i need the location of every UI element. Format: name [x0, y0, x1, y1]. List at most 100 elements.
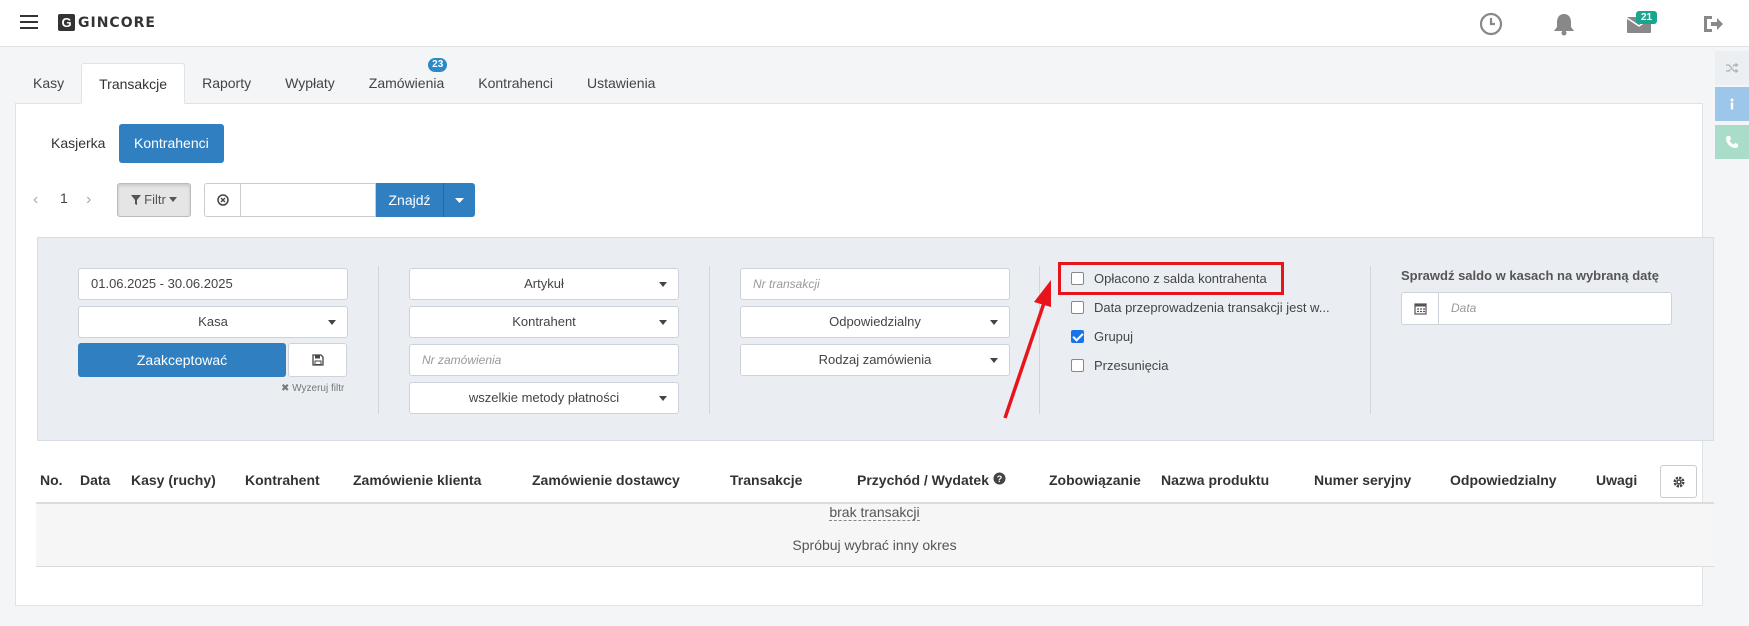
column-header-label: Przychód / Wydatek [857, 472, 990, 488]
balance-date-group: Data [1401, 292, 1672, 325]
caret-down-icon [169, 197, 178, 202]
divider [709, 266, 710, 414]
checkbox-label: Grupuj [1094, 329, 1134, 344]
kasa-select-label: Kasa [198, 314, 228, 329]
top-bar: G GINCORE 21 [0, 0, 1749, 47]
filter-label: Filtr [144, 192, 166, 207]
tab-label: Raporty [202, 75, 252, 91]
table-settings-button[interactable] [1660, 465, 1697, 498]
balance-date-input[interactable]: Data [1439, 292, 1672, 325]
clear-filter-label: Wyzeruj filtr [292, 383, 345, 394]
tab-label: Kasy [33, 75, 65, 91]
checkbox[interactable] [1071, 301, 1084, 314]
kontrahent-select-label: Kontrahent [512, 314, 576, 329]
order-number-input[interactable]: Nr zamówienia [409, 344, 679, 376]
column-header: Kontrahent [245, 472, 320, 488]
search-input[interactable] [240, 183, 376, 217]
hamburger-icon[interactable] [20, 15, 38, 29]
empty-state-title-text: brak transakcji [829, 504, 920, 521]
tab-label: Zamówienia [368, 75, 445, 91]
tab-label: Kontrahenci [478, 75, 553, 91]
caret-down-icon [659, 320, 667, 325]
column-header: Zobowiązanie [1049, 472, 1141, 488]
orders-badge: 23 [428, 58, 448, 72]
pager-prev-icon[interactable]: ‹ [33, 191, 38, 209]
date-range-input[interactable]: 01.06.2025 - 30.06.2025 [78, 268, 348, 300]
search-group: Znajdź [204, 183, 475, 217]
column-header: Zamówienie klienta [353, 472, 482, 488]
logo[interactable]: G GINCORE [58, 14, 156, 31]
tab-wyplaty[interactable]: Wypłaty [268, 63, 352, 104]
messages-badge: 21 [1636, 11, 1658, 24]
save-filter-button[interactable] [288, 343, 347, 377]
main-tabs: Kasy Transakcje Raporty Wypłaty Zamówien… [16, 58, 672, 104]
funnel-icon [130, 195, 141, 205]
artykul-select[interactable]: Artykuł [409, 268, 679, 300]
help-icon[interactable]: ? [993, 472, 1006, 485]
accept-button[interactable]: Zaakceptować [78, 343, 286, 377]
tab-raporty[interactable]: Raporty [185, 63, 268, 104]
logout-icon[interactable] [1700, 11, 1726, 37]
column-header: Transakcje [730, 472, 803, 488]
column-header: Numer seryjny [1314, 472, 1412, 488]
responsible-select[interactable]: Odpowiedzialny [740, 306, 1010, 338]
calendar-icon[interactable] [1401, 292, 1439, 325]
column-header: Nazwa produktu [1161, 472, 1270, 488]
tab-kasy[interactable]: Kasy [16, 63, 81, 104]
kontrahent-select[interactable]: Kontrahent [409, 306, 679, 338]
info-icon[interactable] [1715, 87, 1749, 121]
empty-state-title: brak transakcji [0, 504, 1749, 521]
artykul-select-label: Artykuł [524, 276, 564, 291]
caret-down-icon [328, 320, 336, 325]
checkbox-checked[interactable] [1071, 330, 1084, 343]
annotation-highlight-box [1058, 262, 1284, 295]
tab-zamowienia[interactable]: Zamówienia 23 [352, 58, 461, 104]
tab-ustawienia[interactable]: Ustawienia [570, 63, 672, 104]
tab-label: Wypłaty [285, 75, 335, 91]
checkbox-transaction-date[interactable]: Data przeprowadzenia transakcji jest w..… [1071, 300, 1330, 315]
clear-filter-link[interactable]: ✖ Wyzeruj filtr [281, 383, 344, 394]
divider [1370, 266, 1371, 414]
subtab-kasjerka[interactable]: Kasjerka [36, 124, 120, 163]
search-button[interactable]: Znajdź [376, 183, 443, 217]
payment-method-select-label: wszelkie metody płatności [468, 390, 620, 405]
column-header: Przychód / Wydatek ? [857, 472, 1006, 488]
checkbox-group[interactable]: Grupuj [1071, 329, 1133, 344]
search-dropdown-caret-icon[interactable] [443, 183, 475, 217]
checkbox-transfers[interactable]: Przesunięcia [1071, 358, 1168, 373]
column-header: Uwagi [1596, 472, 1638, 488]
bell-icon[interactable] [1551, 11, 1577, 37]
caret-down-icon [659, 282, 667, 287]
subtab-kontrahenci[interactable]: Kontrahenci [119, 124, 224, 163]
payment-method-select[interactable]: wszelkie metody płatności [409, 382, 679, 414]
gear-icon [1673, 476, 1684, 487]
filter-toggle-button[interactable]: Filtr [117, 183, 191, 217]
column-header: Data [80, 472, 111, 488]
pager-next-icon[interactable]: › [86, 191, 91, 209]
column-header: Kasy (ruchy) [131, 472, 216, 488]
clear-search-icon[interactable] [204, 183, 240, 217]
clock-icon[interactable] [1478, 11, 1504, 37]
column-header: Zamówienie dostawcy [532, 472, 680, 488]
checkbox-label: Data przeprowadzenia transakcji jest w..… [1094, 300, 1330, 315]
kasa-select[interactable]: Kasa [78, 306, 348, 338]
tab-label: Transakcje [99, 76, 168, 92]
logo-text: GINCORE [78, 14, 156, 31]
subtab-label: Kasjerka [51, 135, 106, 151]
checkbox[interactable] [1071, 359, 1084, 372]
tab-label: Ustawienia [586, 75, 656, 91]
shuffle-icon[interactable] [1715, 51, 1749, 85]
checkbox-label: Przesunięcia [1094, 358, 1169, 373]
order-type-select[interactable]: Rodzaj zamówienia [740, 344, 1010, 376]
subtab-label: Kontrahenci [134, 135, 209, 151]
caret-down-icon [990, 358, 998, 363]
empty-state-hint: Spróbuj wybrać inny okres [792, 537, 957, 553]
caret-down-icon [659, 396, 667, 401]
tab-transakcje[interactable]: Transakcje [81, 63, 186, 104]
transaction-number-input[interactable]: Nr transakcji [740, 268, 1010, 300]
responsible-select-label: Odpowiedzialny [829, 314, 921, 329]
balance-check-title: Sprawdź saldo w kasach na wybraną datę [1401, 268, 1659, 283]
phone-icon[interactable] [1715, 125, 1749, 159]
column-header: No. [40, 472, 63, 488]
tab-kontrahenci[interactable]: Kontrahenci [461, 63, 570, 104]
